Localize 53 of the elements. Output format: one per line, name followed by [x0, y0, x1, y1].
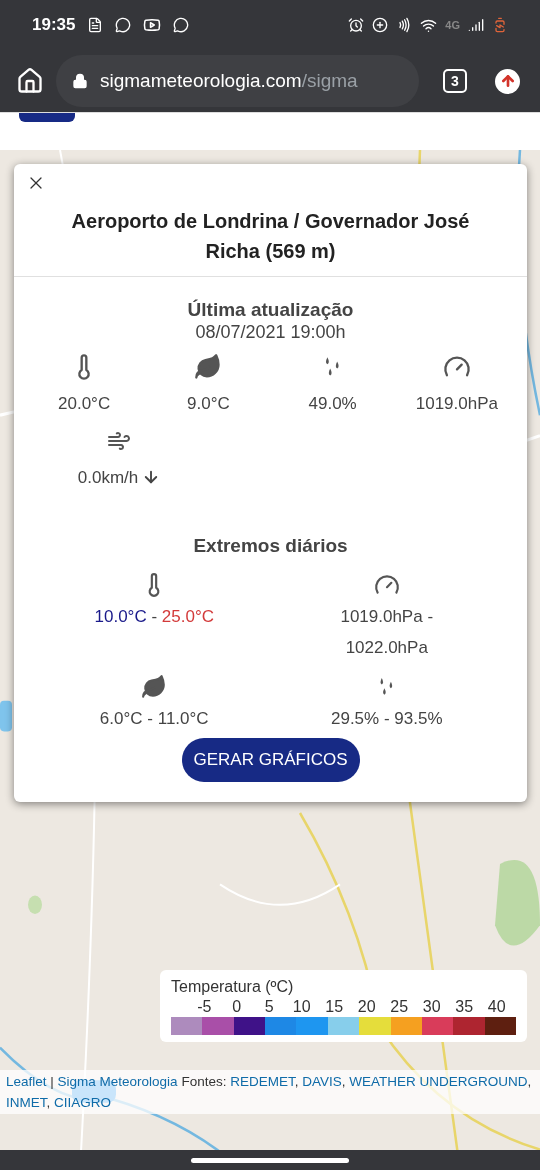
update-heading: Última atualização [186, 299, 355, 321]
status-time: 19:35 [32, 14, 76, 37]
video-icon [143, 16, 162, 34]
attribution-link[interactable]: Leaflet [6, 1074, 47, 1089]
attribution-link[interactable]: REDEMET [230, 1074, 295, 1089]
update-time: 08/07/2021 19:00h [194, 321, 347, 343]
legend-tick: 40 [486, 997, 507, 1017]
header-button-edge[interactable] [19, 113, 75, 122]
home-gesture-handle[interactable] [191, 1157, 349, 1163]
attribution-link[interactable]: Sigma Meteorologia [57, 1074, 178, 1089]
extreme-range: 1019.0hPa - 1022.0hPa [339, 605, 435, 659]
legend-tick: 30 [421, 997, 442, 1017]
address-bar[interactable]: sigmameteorologia.com/sigma [56, 55, 419, 107]
arrow-up-icon [499, 73, 516, 89]
current-reading: 20.0°C [58, 393, 111, 415]
extreme-range: 10.0°C - 25.0°C [93, 605, 215, 628]
leaf-icon [194, 353, 223, 381]
alarm-icon [348, 17, 365, 33]
battery-icon [492, 17, 508, 33]
attribution-link[interactable]: INMET [6, 1095, 47, 1110]
legend-tick: 20 [356, 997, 377, 1017]
generate-charts-button[interactable]: GERAR GRÁFICOS [181, 737, 360, 782]
update-button[interactable] [495, 68, 520, 94]
current-reading: 9.0°C [187, 393, 230, 415]
extremes-heading: Extremos diários [192, 534, 349, 558]
extreme-range: 29.5% - 93.5% [329, 707, 444, 730]
notes-icon [87, 17, 104, 33]
legend-tick: 15 [324, 997, 345, 1017]
network-type: 4G [445, 17, 460, 33]
attribution-text: Leaflet | Sigma Meteorologia Fontes: REDEMET, DAVIS, WEATHER UNDERGROUND, INMET, CIIAGRO [0, 1070, 540, 1114]
message-icon [173, 17, 190, 33]
extreme-range: 6.0°C - 11.0°C [98, 707, 210, 730]
lock-icon [72, 73, 88, 89]
attribution-link[interactable]: CIIAGRO [54, 1095, 112, 1110]
station-title: Aeroporto de Londrina / Governador José Richa (569 m) [70, 209, 471, 264]
current-reading: 1019.0hPa [415, 393, 498, 415]
url-text: sigmameteorologia.com/sigma [100, 68, 358, 93]
data-saver-icon [372, 17, 389, 33]
legend-tick: 35 [454, 997, 475, 1017]
leaf-icon [141, 673, 168, 700]
legend-tick: 10 [291, 997, 312, 1017]
legend-tick: 0 [231, 997, 243, 1017]
legend-tick: 25 [389, 997, 410, 1017]
current-reading: 49.0% [308, 393, 357, 415]
attribution-link[interactable]: DAVIS [302, 1074, 342, 1089]
legend-tick: 5 [263, 997, 275, 1017]
home-icon[interactable] [16, 67, 44, 95]
tab-count-button[interactable]: 3 [443, 69, 467, 93]
legend-title: Temperatura (ºC) [171, 977, 295, 997]
legend-tick: -5 [196, 997, 213, 1017]
chat-icon [115, 17, 132, 33]
wind-reading: 0.0km/h [77, 466, 139, 489]
signal-icon [468, 17, 484, 33]
